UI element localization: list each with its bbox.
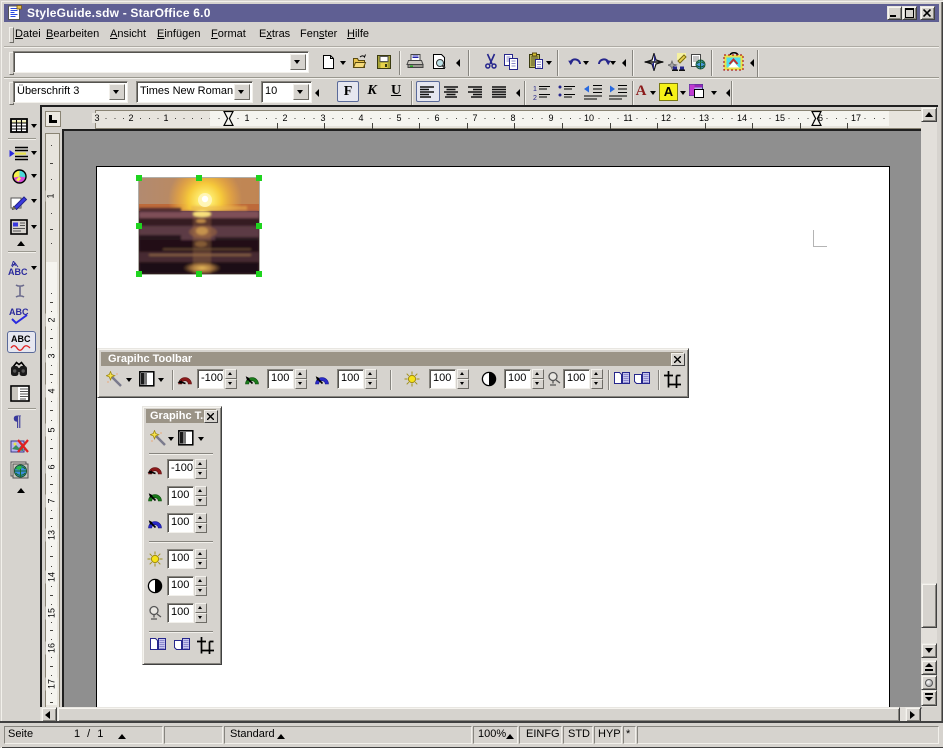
svg-text:ABC: ABC — [8, 267, 28, 276]
svg-text:1: 1 — [533, 86, 537, 93]
svg-text:2: 2 — [533, 95, 537, 101]
